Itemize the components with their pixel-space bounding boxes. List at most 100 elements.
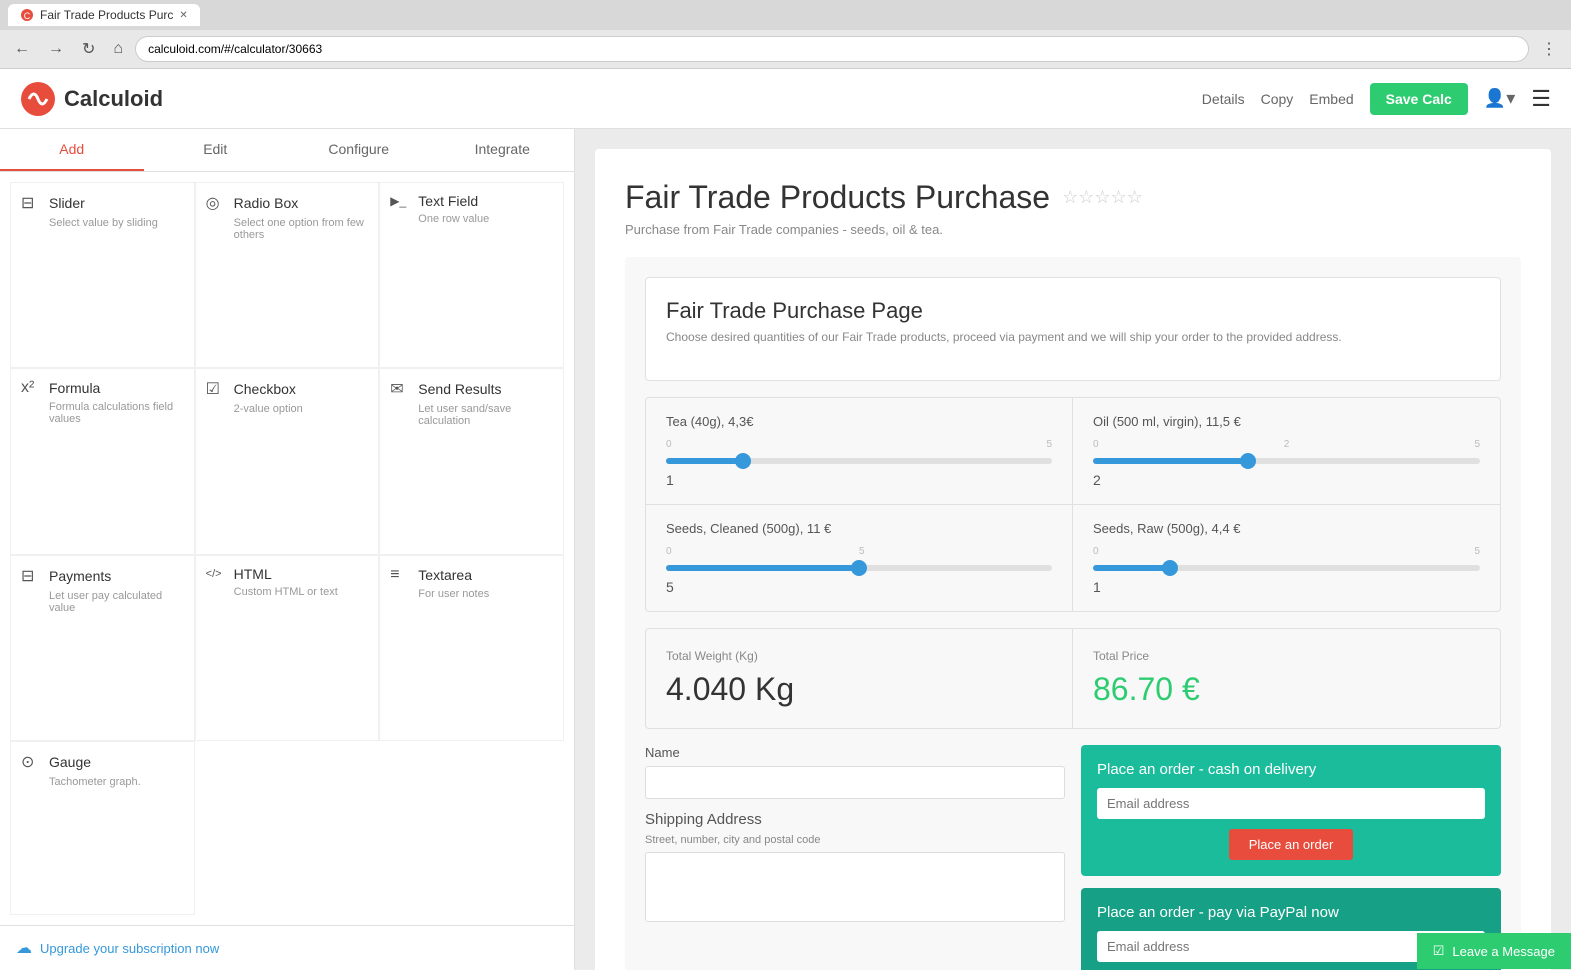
calc-title: Fair Trade Products Purchase ☆☆☆☆☆ <box>625 179 1521 216</box>
save-calc-button[interactable]: Save Calc <box>1370 83 1468 115</box>
result-price-value: 86.70 € <box>1093 671 1480 708</box>
slider-oil-label: Oil (500 ml, virgin), 11,5 € <box>1093 414 1480 429</box>
checkbox-icon: ☑ <box>206 379 226 399</box>
address-bar[interactable] <box>135 36 1529 62</box>
textfield-icon: ▶_ <box>390 194 410 208</box>
browser-tab-close[interactable]: ✕ <box>179 10 187 21</box>
textfield-label: Text Field <box>418 193 478 209</box>
calc-section-title: Fair Trade Purchase Page <box>666 298 1480 324</box>
tab-edit[interactable]: Edit <box>144 129 288 171</box>
payments-desc: Let user pay calculated value <box>21 590 184 614</box>
slider-seeds-raw-value: 1 <box>1093 579 1480 595</box>
slider-tea-fill <box>666 458 743 464</box>
tool-send-results[interactable]: ✉ Send Results Let user sand/save calcul… <box>379 368 564 554</box>
payments-label: Payments <box>49 568 111 584</box>
payment-cash-title: Place an order - cash on delivery <box>1097 761 1485 778</box>
tool-radio-box[interactable]: ◎ Radio Box Select one option from few o… <box>195 182 380 368</box>
slider-oil-thumb[interactable] <box>1240 453 1256 469</box>
logo: Calculoid <box>20 81 163 117</box>
payment-cash-button[interactable]: Place an order <box>1229 829 1354 860</box>
tool-checkbox[interactable]: ☑ Checkbox 2-value option <box>195 368 380 554</box>
payments-icon: ⊟ <box>21 566 41 586</box>
leave-message-bar[interactable]: ☑ Leave a Message <box>1417 933 1571 969</box>
sidebar-tools: ⊟ Slider Select value by sliding ◎ Radio… <box>0 172 574 925</box>
tool-gauge[interactable]: ⊙ Gauge Tachometer graph. <box>10 741 195 915</box>
slider-seeds-cleaned-thumb[interactable] <box>851 560 867 576</box>
slider-tea-value: 1 <box>666 472 1052 488</box>
tool-payments[interactable]: ⊟ Payments Let user pay calculated value <box>10 555 195 741</box>
slider-oil-value: 2 <box>1093 472 1480 488</box>
home-button[interactable]: ⌂ <box>107 38 129 60</box>
slider-seeds-raw-label: Seeds, Raw (500g), 4,4 € <box>1093 521 1480 536</box>
user-icon[interactable]: 👤▾ <box>1484 88 1515 109</box>
name-field-wrapper: Name <box>645 745 1065 799</box>
html-desc: Custom HTML or text <box>206 586 369 598</box>
back-button[interactable]: ← <box>8 38 36 60</box>
app: Calculoid Details Copy Embed Save Calc 👤… <box>0 69 1571 970</box>
slider-seeds-cleaned-minmax: 05 <box>666 546 1052 557</box>
slider-seeds-cleaned-fill <box>666 565 859 571</box>
html-label: HTML <box>234 566 272 582</box>
form-payment-grid: Name Shipping Address Street, number, ci… <box>645 745 1501 970</box>
more-button[interactable]: ⋮ <box>1535 37 1563 61</box>
slider-seeds-raw-track[interactable] <box>1093 565 1480 571</box>
slider-oil-fill <box>1093 458 1248 464</box>
result-price-cell: Total Price 86.70 € <box>1073 629 1500 728</box>
shipping-field-wrapper: Shipping Address Street, number, city an… <box>645 811 1065 925</box>
calculator-card: Fair Trade Products Purchase ☆☆☆☆☆ Purch… <box>595 149 1551 970</box>
browser-titlebar: C Fair Trade Products Purc ✕ <box>0 0 1571 30</box>
send-icon: ✉ <box>390 379 410 399</box>
embed-link[interactable]: Embed <box>1309 91 1353 107</box>
send-label: Send Results <box>418 381 501 397</box>
slider-tea: Tea (40g), 4,3€ 05 1 <box>646 398 1073 505</box>
slider-oil-track[interactable] <box>1093 458 1480 464</box>
shipping-field-desc: Street, number, city and postal code <box>645 834 1065 846</box>
menu-icon[interactable]: ☰ <box>1531 86 1551 112</box>
calc-section-header: Fair Trade Purchase Page Choose desired … <box>645 277 1501 381</box>
tab-integrate[interactable]: Integrate <box>431 129 575 171</box>
textfield-desc: One row value <box>390 213 553 225</box>
tool-textarea[interactable]: ≡ Textarea For user notes <box>379 555 564 741</box>
tool-html[interactable]: </> HTML Custom HTML or text <box>195 555 380 741</box>
slider-tea-thumb[interactable] <box>735 453 751 469</box>
slider-seeds-cleaned-value: 5 <box>666 579 1052 595</box>
slider-seeds-cleaned-label: Seeds, Cleaned (500g), 11 € <box>666 521 1052 536</box>
copy-link[interactable]: Copy <box>1261 91 1294 107</box>
slider-tea-track[interactable] <box>666 458 1052 464</box>
tab-configure[interactable]: Configure <box>287 129 431 171</box>
sidebar-footer[interactable]: ☁ Upgrade your subscription now <box>0 925 574 970</box>
forward-button[interactable]: → <box>42 38 70 60</box>
shipping-field-input[interactable] <box>645 852 1065 922</box>
slider-oil-minmax: 025 <box>1093 439 1480 450</box>
tool-text-field[interactable]: ▶_ Text Field One row value <box>379 182 564 368</box>
radio-label: Radio Box <box>234 195 299 211</box>
slider-tea-label: Tea (40g), 4,3€ <box>666 414 1052 429</box>
slider-icon: ⊟ <box>21 193 41 213</box>
checkbox-desc: 2-value option <box>206 403 369 415</box>
sliders-grid: Tea (40g), 4,3€ 05 1 Oil (500 ml, virgin… <box>645 397 1501 612</box>
calc-subtitle: Purchase from Fair Trade companies - see… <box>625 222 1521 237</box>
calc-section-desc: Choose desired quantities of our Fair Tr… <box>666 330 1480 344</box>
tool-slider[interactable]: ⊟ Slider Select value by sliding <box>10 182 195 368</box>
textarea-icon: ≡ <box>390 566 410 584</box>
html-icon: </> <box>206 568 226 580</box>
reload-button[interactable]: ↻ <box>76 37 101 61</box>
logo-text: Calculoid <box>64 86 163 112</box>
slider-seeds-cleaned-track[interactable] <box>666 565 1052 571</box>
browser-tab[interactable]: C Fair Trade Products Purc ✕ <box>8 4 200 26</box>
app-header: Calculoid Details Copy Embed Save Calc 👤… <box>0 69 1571 129</box>
form-section: Name Shipping Address Street, number, ci… <box>645 745 1065 970</box>
result-weight-value: 4.040 Kg <box>666 671 1052 708</box>
logo-icon <box>20 81 56 117</box>
slider-seeds-raw-minmax: 05 <box>1093 546 1480 557</box>
formula-desc: Formula calculations field values <box>21 401 184 425</box>
details-link[interactable]: Details <box>1202 91 1245 107</box>
name-field-input[interactable] <box>645 766 1065 799</box>
payment-cash-email-input[interactable] <box>1097 788 1485 819</box>
leave-message-label: Leave a Message <box>1452 944 1555 959</box>
tool-formula[interactable]: x² Formula Formula calculations field va… <box>10 368 195 554</box>
slider-seeds-raw-thumb[interactable] <box>1162 560 1178 576</box>
browser-favicon: C <box>20 8 34 22</box>
calc-stars: ☆☆☆☆☆ <box>1062 187 1143 208</box>
tab-add[interactable]: Add <box>0 129 144 171</box>
